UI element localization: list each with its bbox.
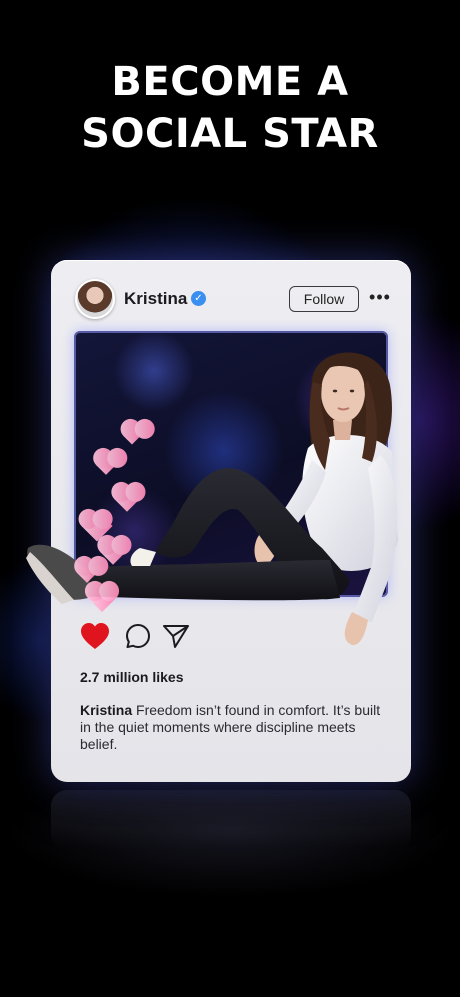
post-username[interactable]: Kristina — [124, 289, 187, 309]
headline: BECOME A SOCIAL STAR — [0, 56, 460, 160]
comment-icon[interactable] — [125, 623, 151, 649]
caption-username[interactable]: Kristina — [80, 702, 132, 718]
heart-icon[interactable] — [80, 622, 110, 650]
post-caption: Kristina Freedom isn’t found in comfort.… — [80, 702, 386, 753]
card-reflection — [51, 790, 411, 850]
share-icon[interactable] — [162, 623, 190, 649]
avatar[interactable] — [75, 279, 115, 319]
more-options-icon[interactable]: ••• — [369, 288, 391, 307]
likes-count: 2.7 million likes — [80, 669, 184, 685]
follow-button[interactable]: Follow — [289, 286, 359, 312]
headline-line-2: SOCIAL STAR — [81, 111, 379, 157]
verified-badge-icon: ✓ — [191, 291, 206, 306]
headline-line-1: BECOME A — [111, 59, 349, 105]
